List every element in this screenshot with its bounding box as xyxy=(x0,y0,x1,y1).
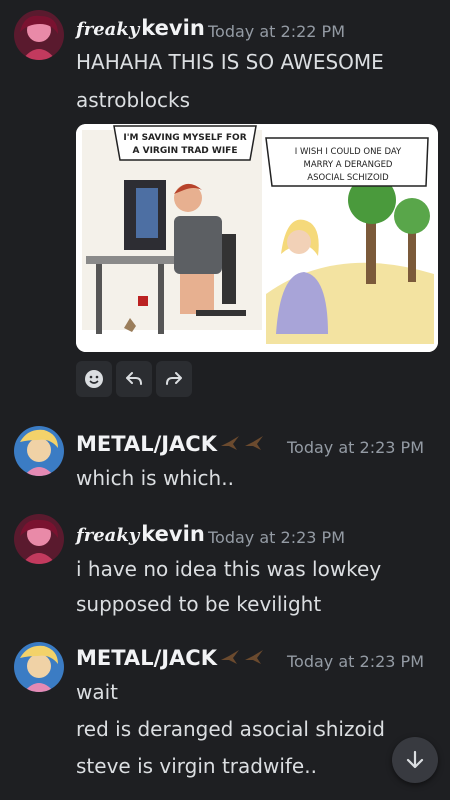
timestamp: Today at 2:23 PM xyxy=(287,652,424,671)
username[interactable]: freakykevin xyxy=(76,522,205,546)
username-text: kevin xyxy=(141,16,205,40)
avatar-kevin[interactable] xyxy=(14,10,64,60)
username-text: METAL/JACK xyxy=(76,432,217,456)
caption-left-line1: I'M SAVING MYSELF FOR xyxy=(123,133,246,143)
username-prefix: freaky xyxy=(76,19,140,40)
timestamp: Today at 2:23 PM xyxy=(208,528,345,547)
forward-button[interactable] xyxy=(156,361,192,397)
avatar-metaljack[interactable] xyxy=(14,426,64,476)
username[interactable]: freakykevin xyxy=(76,16,205,40)
message-line: steve is virgin tradwife.. xyxy=(76,754,317,778)
message-line: astroblocks xyxy=(76,88,191,112)
bird-emoji-icon xyxy=(243,647,265,671)
reply-button[interactable] xyxy=(116,361,152,397)
timestamp: Today at 2:22 PM xyxy=(208,22,345,41)
message-line: red is deranged asocial shizoid xyxy=(76,717,385,741)
message-line: HAHAHA THIS IS SO AWESOME xyxy=(76,50,384,74)
avatar-kevin[interactable] xyxy=(14,514,64,564)
username-prefix: freaky xyxy=(76,525,140,546)
message-line: i have no idea this was lowkey xyxy=(76,557,382,581)
caption-right-line3: ASOCIAL SCHIZOID xyxy=(307,173,389,183)
add-reaction-button[interactable] xyxy=(76,361,112,397)
username[interactable]: METAL/JACK xyxy=(76,432,265,457)
caption-right-line1: I WISH I COULD ONE DAY xyxy=(295,147,402,157)
username-text: METAL/JACK xyxy=(76,646,217,670)
message-line: which is which.. xyxy=(76,466,234,490)
message-line: wait xyxy=(76,680,119,704)
caption-right-line2: MARRY A DERANGED xyxy=(304,160,393,170)
jump-to-bottom-button[interactable] xyxy=(392,737,438,783)
forward-icon xyxy=(166,372,182,385)
avatar-metaljack[interactable] xyxy=(14,642,64,692)
bird-emoji-icon xyxy=(219,647,241,671)
arrow-down-icon xyxy=(406,750,424,769)
timestamp: Today at 2:23 PM xyxy=(287,438,424,457)
username-text: kevin xyxy=(141,522,205,546)
bird-emoji-icon xyxy=(243,433,265,457)
message-actions xyxy=(76,361,192,397)
caption-left-line2: A VIRGIN TRAD WIFE xyxy=(133,146,238,156)
message-line: supposed to be kevilight xyxy=(76,592,322,616)
image-attachment[interactable]: I'M SAVING MYSELF FOR A VIRGIN TRAD WIFE… xyxy=(76,124,438,352)
smile-icon xyxy=(85,370,103,388)
reply-icon xyxy=(126,372,142,385)
username[interactable]: METAL/JACK xyxy=(76,646,265,671)
bird-emoji-icon xyxy=(219,433,241,457)
